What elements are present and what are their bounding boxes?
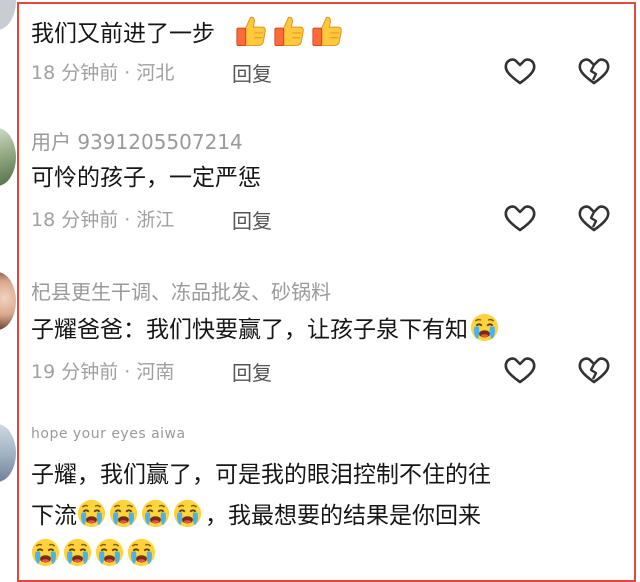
reply-button[interactable]: 回复 xyxy=(232,58,272,87)
avatar[interactable] xyxy=(0,424,16,482)
crying-face-icon xyxy=(127,538,156,567)
comment-text: 可怜的孩子，一定严惩 xyxy=(31,165,261,191)
crying-face-icon xyxy=(31,538,60,567)
comment-text: 我们又前进了一步 xyxy=(31,14,348,50)
comment-text-line-2: 下流 ，我最想要的结果是你回来 xyxy=(31,499,481,532)
avatar[interactable] xyxy=(0,128,16,186)
avatar[interactable] xyxy=(0,272,16,330)
thumbs-up-icon xyxy=(234,14,267,48)
crying-face-icon xyxy=(109,499,138,528)
username[interactable]: hope your eyes aiwa xyxy=(31,426,186,442)
emoji-group xyxy=(234,21,348,47)
comment-text: 子耀爸爸：我们快要赢了，让孩子泉下有知 xyxy=(31,313,502,346)
username[interactable]: 用户 9391205507214 xyxy=(31,126,243,155)
comment-text-line-3 xyxy=(31,538,159,571)
username[interactable]: 杞县更生干调、冻品批发、砂锅料 xyxy=(31,276,331,305)
crying-face-icon xyxy=(173,499,202,528)
crying-face-icon xyxy=(63,538,92,567)
crying-face-icon xyxy=(77,499,106,528)
reply-button[interactable]: 回复 xyxy=(232,205,272,234)
thumbs-up-icon xyxy=(272,14,305,48)
reply-button[interactable]: 回复 xyxy=(232,357,272,386)
thumbs-up-icon xyxy=(310,14,343,48)
heart-icon[interactable] xyxy=(503,203,537,233)
heart-icon[interactable] xyxy=(503,56,537,86)
comment-text-line-1: 子耀，我们赢了，可是我的眼泪控制不住的往 xyxy=(31,462,491,488)
crying-face-icon xyxy=(470,313,499,342)
comment-meta: 19 分钟前 · 河南 xyxy=(31,361,175,383)
crying-face-icon xyxy=(95,538,124,567)
broken-heart-icon[interactable] xyxy=(577,203,611,233)
broken-heart-icon[interactable] xyxy=(577,56,611,86)
avatar[interactable] xyxy=(0,0,16,30)
comment-meta: 18 分钟前 · 浙江 xyxy=(31,209,175,231)
crying-face-icon xyxy=(141,499,170,528)
comment-meta: 18 分钟前 · 河北 xyxy=(31,62,175,84)
broken-heart-icon[interactable] xyxy=(577,355,611,385)
heart-icon[interactable] xyxy=(503,355,537,385)
